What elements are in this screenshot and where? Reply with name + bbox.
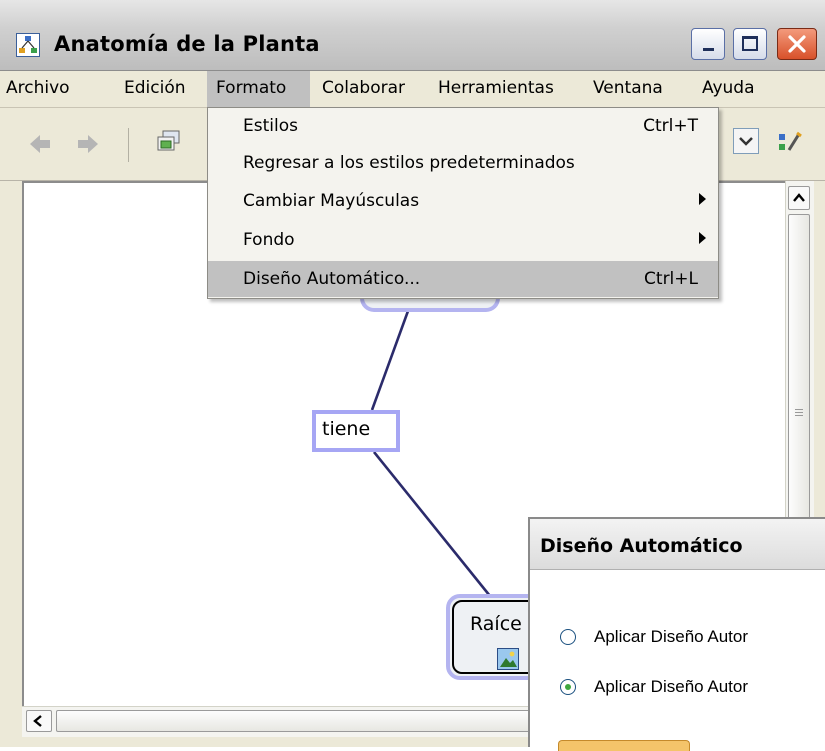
dialog-body xyxy=(530,570,825,747)
menu-item-fondo[interactable]: Fondo xyxy=(208,222,718,258)
menu-item-label: Regresar a los estilos predeterminados xyxy=(243,153,575,173)
radio-button-selected[interactable] xyxy=(560,679,576,695)
menu-item-shortcut: Ctrl+L xyxy=(644,269,698,289)
menu-item-shortcut: Ctrl+T xyxy=(643,116,698,136)
option-label: Aplicar Diseño Autor xyxy=(594,627,749,646)
menu-item-label: Fondo xyxy=(243,230,295,250)
option-label: Aplicar Diseño Autor xyxy=(594,677,749,696)
horizontal-scroll-thumb[interactable] xyxy=(56,710,536,732)
menu-item-diseno-automatico[interactable]: Diseño Automático... Ctrl+L xyxy=(208,261,718,297)
radio-button-unselected[interactable] xyxy=(560,629,576,645)
menu-item-regresar-estilos[interactable]: Regresar a los estilos predeterminados xyxy=(208,145,718,181)
submenu-arrow-icon xyxy=(699,232,706,244)
scroll-up-button[interactable] xyxy=(788,186,810,210)
grip-icon xyxy=(795,409,803,410)
option-apply-layout-2[interactable]: Aplicar Diseño Autor xyxy=(560,676,820,702)
menu-item-cambiar-mayusculas[interactable]: Cambiar Mayúsculas xyxy=(208,183,718,219)
dialog-title: Diseño Automático xyxy=(540,535,743,557)
submenu-arrow-icon xyxy=(699,193,706,205)
menu-item-label: Diseño Automático... xyxy=(243,269,421,289)
chevron-up-icon xyxy=(793,193,805,202)
menu-item-label: Cambiar Mayúsculas xyxy=(243,191,420,211)
dialog-button[interactable] xyxy=(558,740,690,751)
menu-item-estilos[interactable]: Estilos Ctrl+T xyxy=(208,108,718,144)
concept-node-label: Raíce xyxy=(470,613,522,635)
linking-phrase-label: tiene xyxy=(322,418,371,440)
scroll-left-button[interactable] xyxy=(26,710,52,732)
option-apply-layout-1[interactable]: Aplicar Diseño Autor xyxy=(560,626,820,652)
menu-item-label: Estilos xyxy=(243,116,298,136)
chevron-left-icon xyxy=(33,715,42,727)
image-resource-icon[interactable] xyxy=(497,648,519,670)
